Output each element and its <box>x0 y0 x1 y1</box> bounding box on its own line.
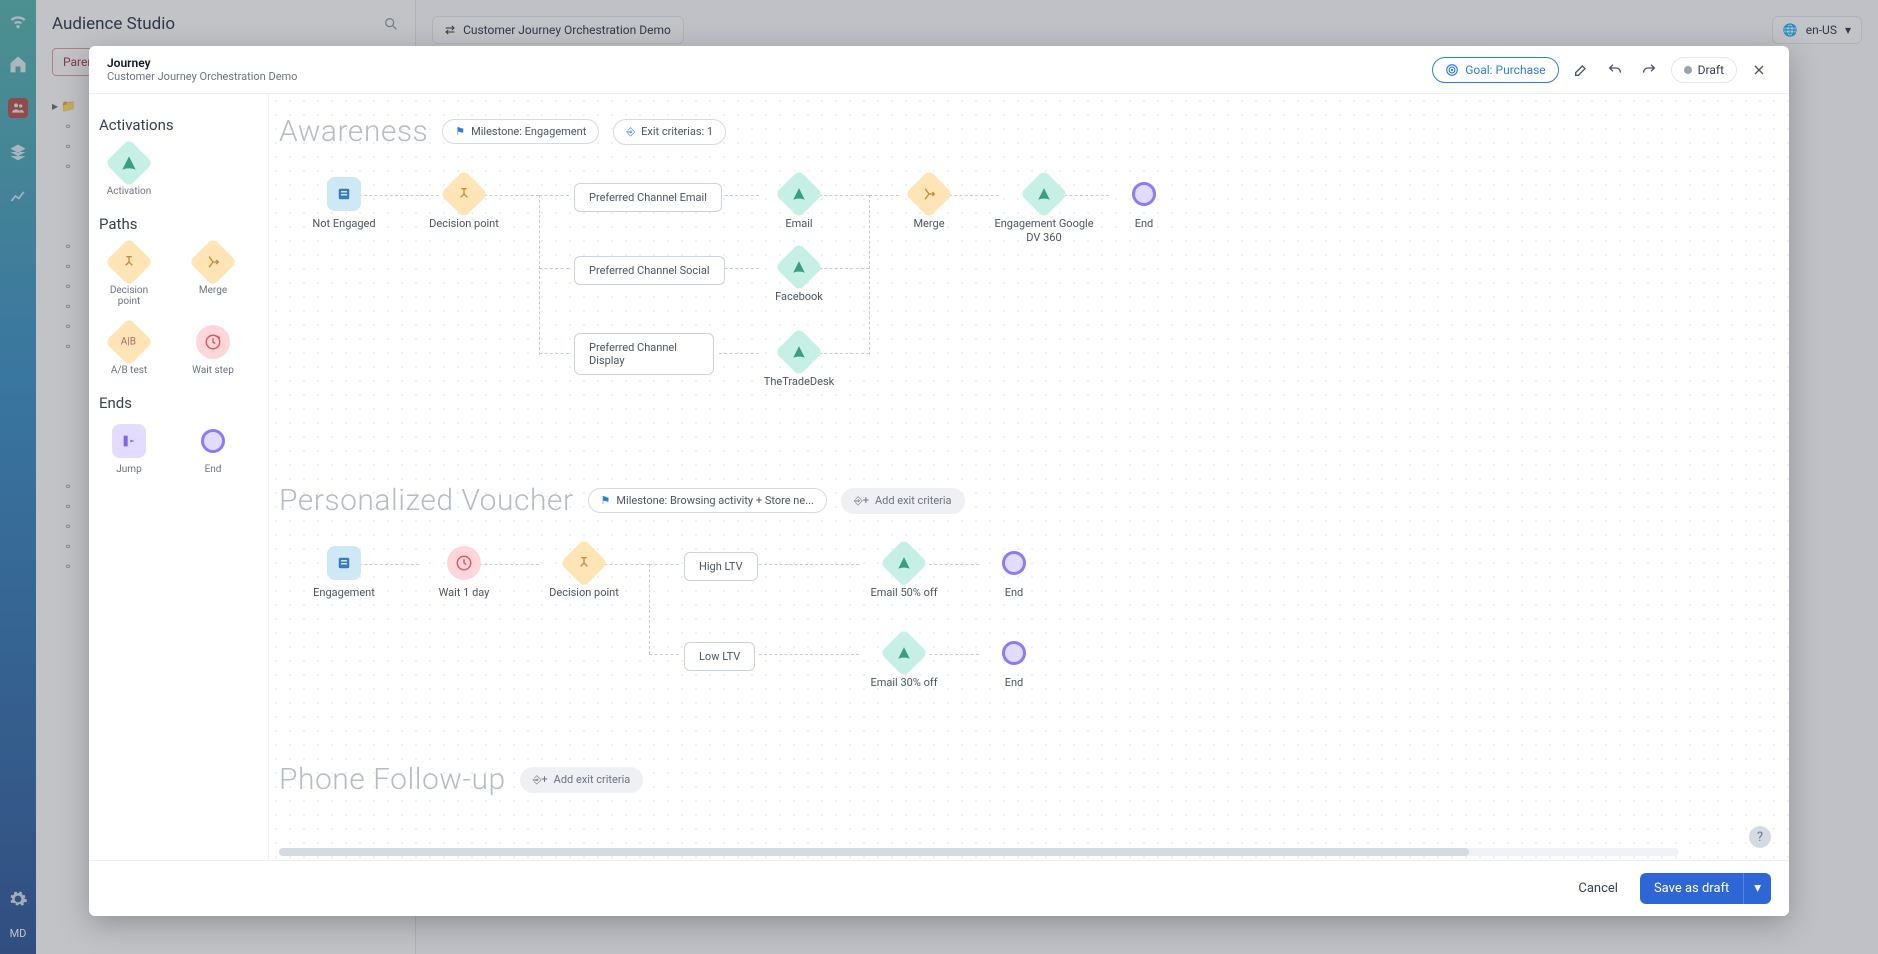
node-engagement-dv360[interactable]: Engagement Google DV 360 <box>989 177 1099 246</box>
redo-icon[interactable] <box>1637 58 1661 82</box>
node-facebook[interactable]: Facebook <box>754 250 844 304</box>
palette-decision[interactable]: Decision point <box>99 245 159 307</box>
undo-icon[interactable] <box>1603 58 1627 82</box>
node-palette: Activations Activation Paths Decision po… <box>89 94 269 860</box>
flag-icon: ⚑ <box>455 125 465 138</box>
branch-email[interactable]: Preferred Channel Email <box>574 183 722 212</box>
branch-social[interactable]: Preferred Channel Social <box>574 256 725 285</box>
node-end[interactable]: End <box>1099 177 1189 231</box>
add-exit-button[interactable]: ⎆+ Add exit criteria <box>520 767 644 793</box>
modal-footer: Cancel Save as draft ▾ <box>89 860 1789 916</box>
add-exit-button[interactable]: ⎆+ Add exit criteria <box>841 488 965 514</box>
plus-exit-icon: ⎆+ <box>533 773 548 787</box>
node-email-30[interactable]: Email 30% off <box>859 636 949 690</box>
milestone-pill[interactable]: ⚑ Milestone: Engagement <box>442 119 599 144</box>
node-decision[interactable]: Decision point <box>539 546 629 600</box>
palette-end[interactable]: End <box>183 424 243 475</box>
palette-wait[interactable]: Wait step <box>183 325 243 376</box>
close-icon[interactable] <box>1747 58 1771 82</box>
node-tradedesk[interactable]: TheTradeDesk <box>754 335 844 389</box>
target-icon <box>1445 63 1459 77</box>
stage-voucher: Personalized Voucher ⚑ Milestone: Browsi… <box>279 483 1779 712</box>
node-merge[interactable]: Merge <box>884 177 974 231</box>
modal-header: Journey Customer Journey Orchestration D… <box>89 46 1789 94</box>
canvas-hscrollbar[interactable] <box>279 848 1679 856</box>
status-pill: Draft <box>1671 57 1737 83</box>
node-end[interactable]: End <box>969 546 1059 600</box>
palette-section-ends: Ends <box>99 394 258 412</box>
palette-section-activations: Activations <box>99 116 258 134</box>
modal-subtitle: Customer Journey Orchestration Demo <box>107 70 297 83</box>
flag-icon: ⚑ <box>601 494 611 507</box>
goal-label: Goal: Purchase <box>1465 63 1545 77</box>
help-icon[interactable]: ? <box>1749 826 1771 848</box>
journey-modal: Journey Customer Journey Orchestration D… <box>89 46 1789 916</box>
modal-kicker: Journey <box>107 56 297 70</box>
palette-merge[interactable]: Merge <box>183 245 243 307</box>
status-label: Draft <box>1698 63 1724 77</box>
exit-icon: ⎆ <box>626 125 635 139</box>
stage-awareness: Awareness ⚑ Milestone: Engagement ⎆ Exit… <box>279 114 1779 433</box>
save-dropdown-button[interactable]: ▾ <box>1743 873 1771 904</box>
milestone-pill[interactable]: ⚑ Milestone: Browsing activity + Store n… <box>588 488 827 513</box>
palette-jump[interactable]: Jump <box>99 424 159 475</box>
stage-title: Personalized Voucher <box>279 483 574 518</box>
edit-icon[interactable] <box>1569 58 1593 82</box>
modal-backdrop: Journey Customer Journey Orchestration D… <box>0 0 1878 954</box>
node-decision[interactable]: Decision point <box>419 177 509 231</box>
palette-ab-test[interactable]: A|B A/B test <box>99 325 159 376</box>
node-engagement-audience[interactable]: Engagement <box>299 546 389 600</box>
exit-criteria-pill[interactable]: ⎆ Exit criterias: 1 <box>613 119 726 145</box>
stage-title: Awareness <box>279 114 428 149</box>
save-draft-button[interactable]: Save as draft <box>1640 873 1743 904</box>
plus-exit-icon: ⎆+ <box>854 494 869 508</box>
cancel-button[interactable]: Cancel <box>1568 875 1628 902</box>
stage-phone: Phone Follow-up ⎆+ Add exit criteria <box>279 762 1779 797</box>
palette-section-paths: Paths <box>99 215 258 233</box>
journey-canvas[interactable]: Awareness ⚑ Milestone: Engagement ⎆ Exit… <box>269 94 1789 860</box>
node-end[interactable]: End <box>969 636 1059 690</box>
branch-display[interactable]: Preferred Channel Display <box>574 333 714 375</box>
node-email[interactable]: Email <box>754 177 844 231</box>
branch-high-ltv[interactable]: High LTV <box>684 552 758 581</box>
node-wait[interactable]: Wait 1 day <box>419 546 509 600</box>
node-email-50[interactable]: Email 50% off <box>859 546 949 600</box>
goal-pill[interactable]: Goal: Purchase <box>1432 57 1558 83</box>
palette-activation[interactable]: Activation <box>99 146 159 197</box>
status-dot-icon <box>1684 66 1692 74</box>
node-not-engaged[interactable]: Not Engaged <box>299 177 389 231</box>
branch-low-ltv[interactable]: Low LTV <box>684 642 755 671</box>
stage-title: Phone Follow-up <box>279 762 506 797</box>
